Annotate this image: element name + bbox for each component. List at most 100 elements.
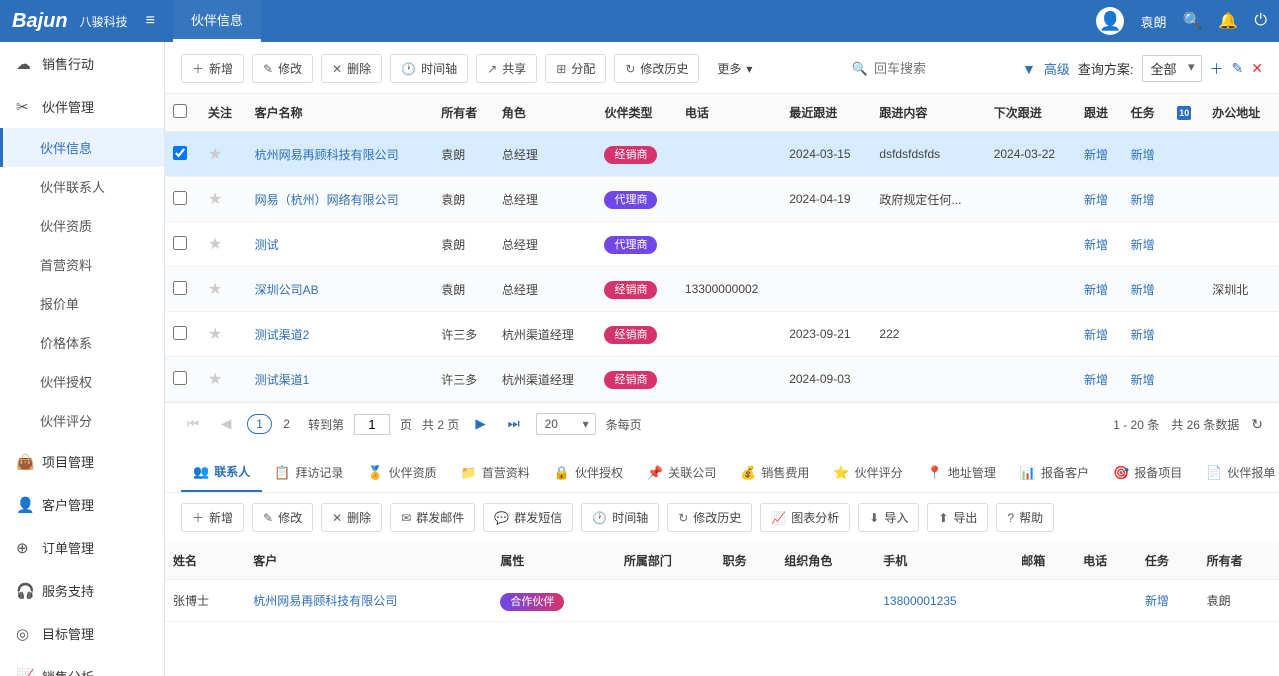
column-header[interactable]: 任务 xyxy=(1123,94,1170,132)
sidebar-sub-1-1[interactable]: 伙伴联系人 xyxy=(0,167,164,206)
sidebar-item-7[interactable]: 📈销售分析 xyxy=(0,655,164,676)
edit-button[interactable]: ✎修改 xyxy=(252,54,313,83)
goto-page-input[interactable] xyxy=(354,414,390,435)
follow-link[interactable]: 新增 xyxy=(1084,283,1108,297)
next-page-button[interactable]: ▶ xyxy=(469,414,491,434)
follow-link[interactable]: 新增 xyxy=(1084,238,1108,252)
row-checkbox[interactable] xyxy=(173,281,187,295)
sidebar-sub-1-4[interactable]: 报价单 xyxy=(0,284,164,323)
table-row[interactable]: ★ 测试渠道1 许三多 杭州渠道经理 经销商 2024-09-03 新增 新增 xyxy=(165,357,1279,402)
search-input-wrap[interactable]: 🔍 xyxy=(852,61,1014,77)
search-input[interactable] xyxy=(874,61,1014,76)
subtab-6[interactable]: 💰销售费用 xyxy=(728,453,821,492)
search-icon[interactable]: 🔍 xyxy=(1183,11,1203,31)
sub-history-button[interactable]: ↻修改历史 xyxy=(667,503,752,532)
sidebar-item-3[interactable]: 👤客户管理 xyxy=(0,483,164,526)
subtab-11[interactable]: 📄伙伴报单 xyxy=(1194,453,1279,492)
page-size-select[interactable]: 20 xyxy=(536,413,596,435)
sidebar-sub-1-5[interactable]: 价格体系 xyxy=(0,323,164,362)
column-header[interactable]: 跟进 xyxy=(1076,94,1123,132)
column-header[interactable]: 姓名 xyxy=(165,542,245,580)
subtab-0[interactable]: 👥联系人 xyxy=(181,453,262,492)
mobile-link[interactable]: 13800001235 xyxy=(883,594,956,608)
customer-link[interactable]: 杭州网易再顾科技有限公司 xyxy=(253,594,397,608)
first-page-button[interactable]: ⏮ xyxy=(181,414,205,434)
subtab-1[interactable]: 📋拜访记录 xyxy=(262,453,355,492)
column-header[interactable]: 电话 xyxy=(677,94,781,132)
subtab-4[interactable]: 🔒伙伴授权 xyxy=(542,453,635,492)
add-button[interactable]: ＋新增 xyxy=(181,54,244,83)
task-link[interactable]: 新增 xyxy=(1131,373,1155,387)
bell-icon[interactable]: 🔔 xyxy=(1218,11,1238,31)
table-row[interactable]: ★ 测试 袁朗 总经理 代理商 新增 新增 xyxy=(165,222,1279,267)
sidebar-sub-1-2[interactable]: 伙伴资质 xyxy=(0,206,164,245)
table-row[interactable]: ★ 网易（杭州）网络有限公司 袁朗 总经理 代理商 2024-04-19 政府规… xyxy=(165,177,1279,222)
username[interactable]: 袁朗 xyxy=(1140,12,1166,31)
subtab-7[interactable]: ⭐伙伴评分 xyxy=(821,453,914,492)
subtab-9[interactable]: 📊报备客户 xyxy=(1008,453,1101,492)
assign-button[interactable]: ⊞分配 xyxy=(545,54,606,83)
star-icon[interactable]: ★ xyxy=(208,236,222,253)
follow-link[interactable]: 新增 xyxy=(1084,373,1108,387)
edit-scheme-icon[interactable]: ✎ xyxy=(1232,60,1244,77)
sidebar-item-5[interactable]: 🎧服务支持 xyxy=(0,569,164,612)
chart-button[interactable]: 📈图表分析 xyxy=(760,503,850,532)
column-header[interactable]: 职务 xyxy=(715,542,777,580)
row-checkbox[interactable] xyxy=(173,146,187,160)
column-header[interactable]: 客户名称 xyxy=(247,94,434,132)
delete-scheme-icon[interactable]: ✕ xyxy=(1251,60,1263,77)
customer-link[interactable]: 深圳公司AB xyxy=(255,283,319,297)
customer-link[interactable]: 测试 xyxy=(255,238,279,252)
row-checkbox[interactable] xyxy=(173,191,187,205)
sub-timeline-button[interactable]: 🕐时间轴 xyxy=(581,503,659,532)
star-icon[interactable]: ★ xyxy=(208,146,222,163)
sidebar-sub-1-3[interactable]: 首营资料 xyxy=(0,245,164,284)
column-header[interactable]: 客户 xyxy=(245,542,492,580)
task-link[interactable]: 新增 xyxy=(1131,238,1155,252)
sidebar-item-1[interactable]: ✂伙伴管理 xyxy=(0,85,164,128)
sidebar-item-2[interactable]: 👜项目管理 xyxy=(0,440,164,483)
table-row[interactable]: ★ 杭州网易再顾科技有限公司 袁朗 总经理 经销商 2024-03-15 dsf… xyxy=(165,132,1279,177)
page-number[interactable]: 1 xyxy=(247,414,272,434)
column-header[interactable]: 下次跟进 xyxy=(986,94,1076,132)
task-link[interactable]: 新增 xyxy=(1131,328,1155,342)
page-number[interactable]: 2 xyxy=(275,415,298,433)
timeline-button[interactable]: 🕐时间轴 xyxy=(390,54,468,83)
sub-add-button[interactable]: ＋新增 xyxy=(181,503,244,532)
star-icon[interactable]: ★ xyxy=(208,281,222,298)
follow-link[interactable]: 新增 xyxy=(1084,193,1108,207)
task-link[interactable]: 新增 xyxy=(1131,283,1155,297)
column-header[interactable]: 属性 xyxy=(492,542,616,580)
star-icon[interactable]: ★ xyxy=(208,191,222,208)
subtab-5[interactable]: 📌关联公司 xyxy=(635,453,728,492)
column-header[interactable]: 所属部门 xyxy=(616,542,715,580)
sidebar-sub-1-6[interactable]: 伙伴授权 xyxy=(0,362,164,401)
sidebar-item-0[interactable]: ☁销售行动 xyxy=(0,42,164,85)
table-row[interactable]: ★ 深圳公司AB 袁朗 总经理 经销商 13300000002 新增 新增 深圳… xyxy=(165,267,1279,312)
row-checkbox[interactable] xyxy=(173,236,187,250)
task-link[interactable]: 新增 xyxy=(1131,193,1155,207)
import-button[interactable]: ⬇导入 xyxy=(858,503,919,532)
star-icon[interactable]: ★ xyxy=(208,326,222,343)
scheme-select[interactable]: 全部 xyxy=(1142,55,1202,82)
column-header[interactable]: 关注 xyxy=(200,94,247,132)
column-header[interactable]: 跟进内容 xyxy=(871,94,985,132)
bulk-sms-button[interactable]: 💬群发短信 xyxy=(483,503,573,532)
column-header[interactable]: 所有者 xyxy=(1199,542,1279,580)
refresh-icon[interactable]: ↻ xyxy=(1251,416,1263,433)
task-link[interactable]: 新增 xyxy=(1131,148,1155,162)
row-checkbox[interactable] xyxy=(173,326,187,340)
sidebar-item-4[interactable]: ⊕订单管理 xyxy=(0,526,164,569)
subtab-10[interactable]: 🎯报备项目 xyxy=(1101,453,1194,492)
customer-link[interactable]: 测试渠道2 xyxy=(255,328,310,342)
table-row[interactable]: 张博士 杭州网易再顾科技有限公司 合作伙伴 13800001235 新增 袁朗 xyxy=(165,580,1279,622)
column-header[interactable]: 手机 xyxy=(875,542,1013,580)
delete-button[interactable]: ✕删除 xyxy=(321,54,382,83)
plus-scheme-icon[interactable]: ＋ xyxy=(1210,59,1224,79)
bulk-mail-button[interactable]: ✉群发邮件 xyxy=(390,503,475,532)
sidebar-sub-1-0[interactable]: 伙伴信息 xyxy=(0,128,164,167)
follow-link[interactable]: 新增 xyxy=(1084,328,1108,342)
follow-link[interactable]: 新增 xyxy=(1084,148,1108,162)
avatar[interactable]: 👤 xyxy=(1096,7,1124,35)
star-icon[interactable]: ★ xyxy=(208,371,222,388)
